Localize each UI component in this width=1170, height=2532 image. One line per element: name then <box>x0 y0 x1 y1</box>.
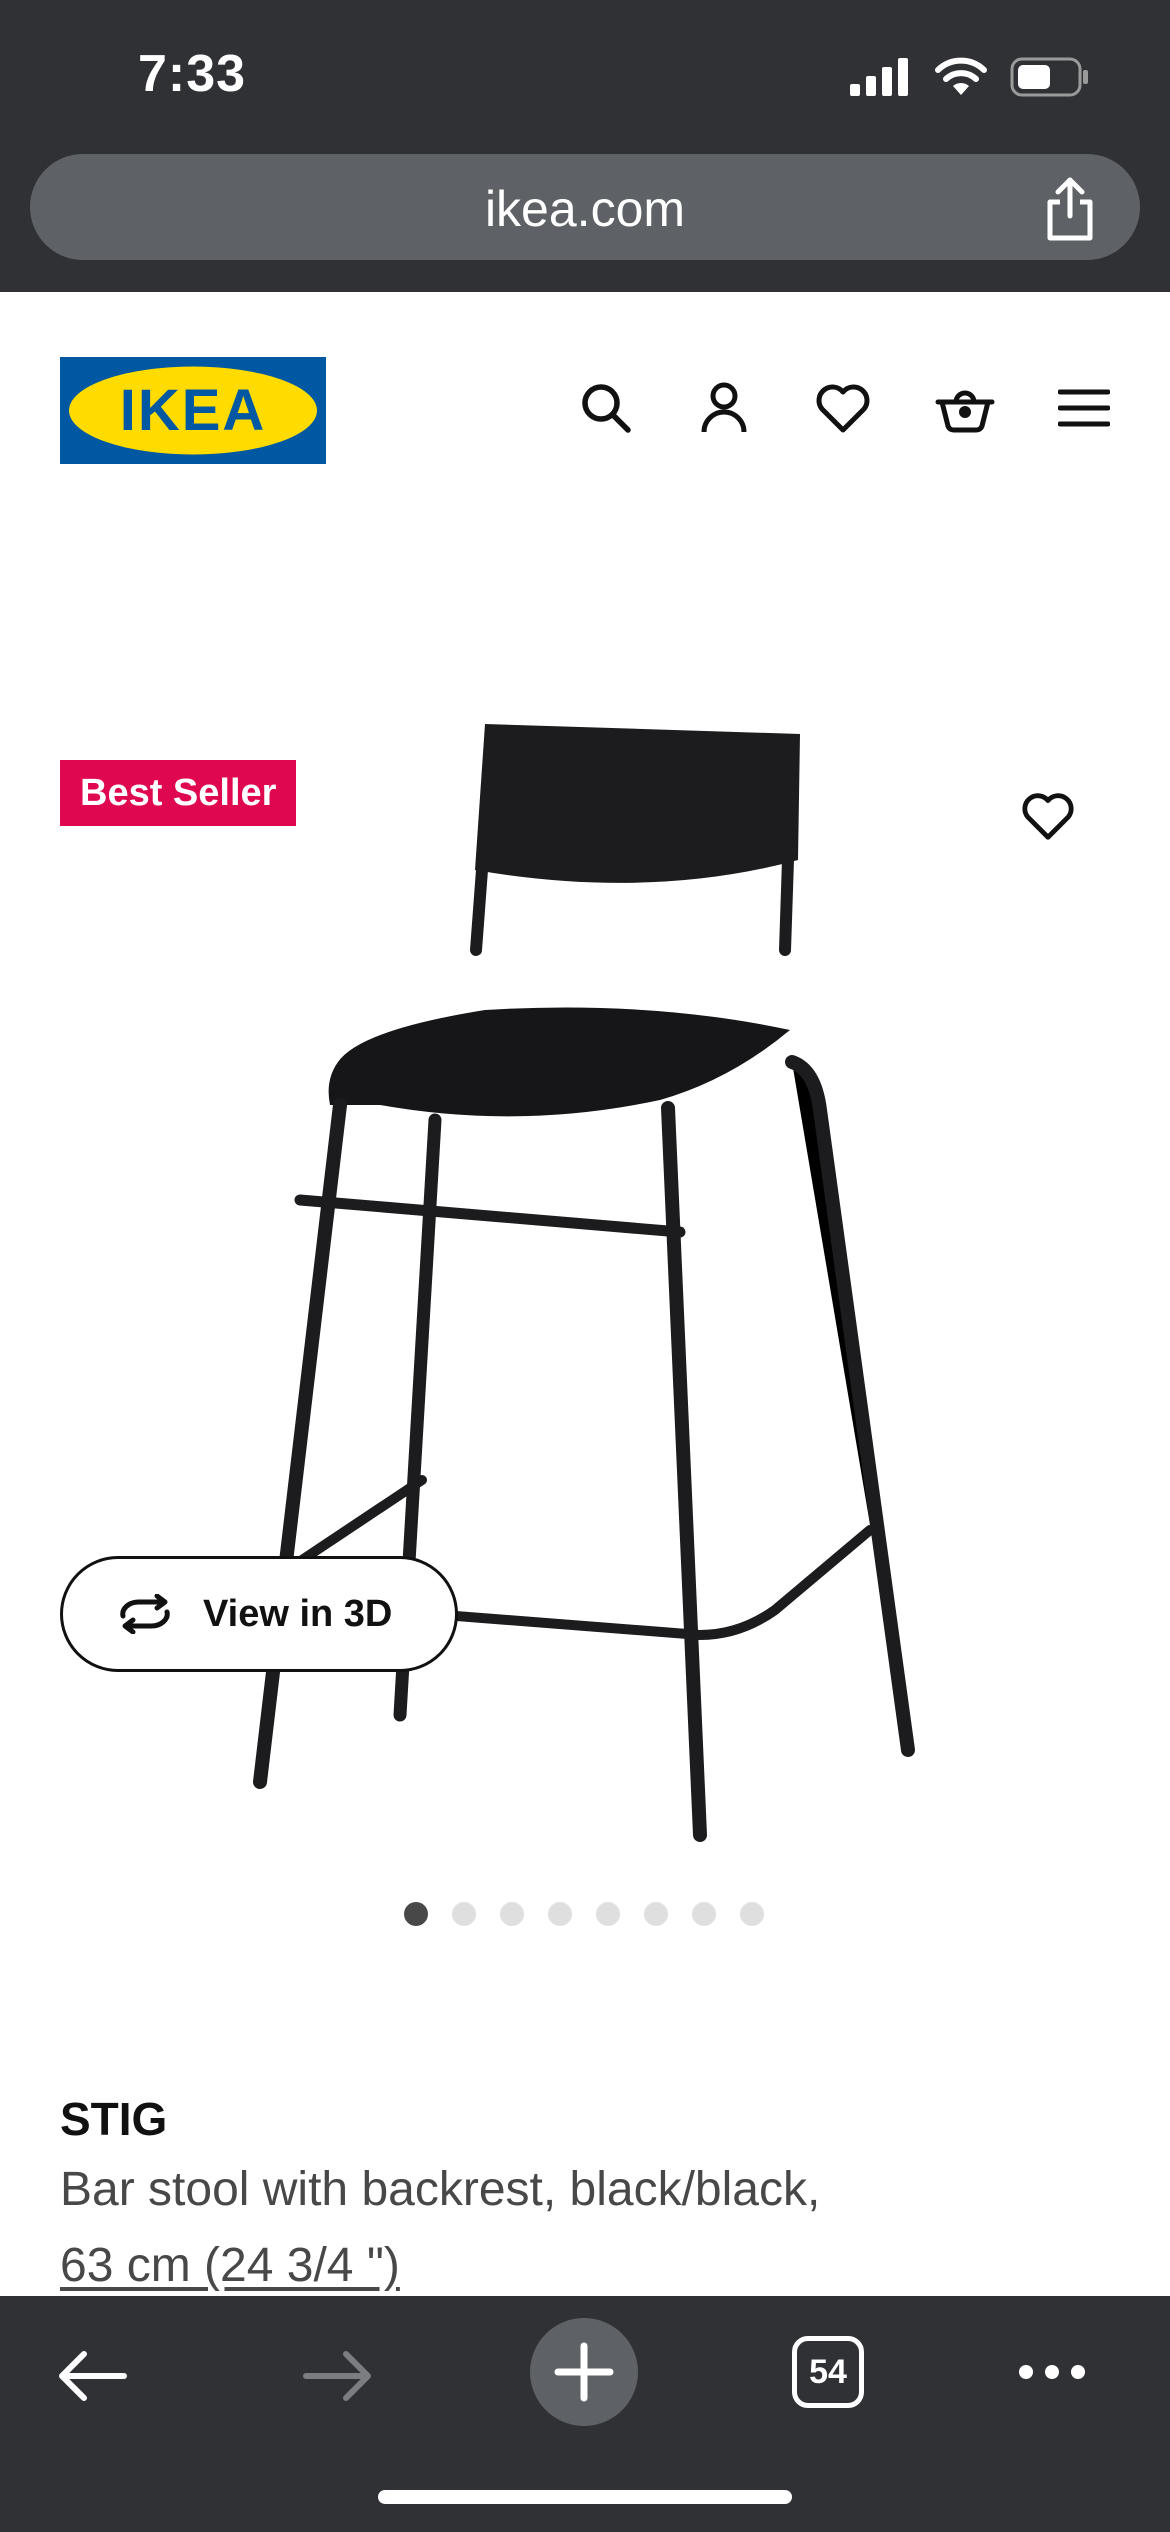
ikea-logo[interactable]: IKEA <box>60 357 326 464</box>
basket-icon[interactable] <box>934 380 996 436</box>
more-options-icon[interactable] <box>1016 2360 1088 2384</box>
image-pagination-dots <box>404 1902 764 1926</box>
url-bar[interactable]: ikea.com <box>30 154 1140 260</box>
search-icon[interactable] <box>578 380 634 436</box>
product-size-link[interactable]: 63 cm (24 3/4 ") <box>60 2238 400 2293</box>
svg-text:IKEA: IKEA <box>120 378 267 443</box>
best-seller-badge: Best Seller <box>60 760 297 826</box>
product-image-bar-stool[interactable] <box>230 710 950 1850</box>
heart-icon[interactable] <box>814 380 872 436</box>
wifi-icon <box>935 57 987 95</box>
view-in-3d-label: View in 3D <box>203 1592 393 1635</box>
ikea-logo-mark: IKEA <box>60 357 326 464</box>
menu-icon[interactable] <box>1058 386 1110 430</box>
status-time: 7:33 <box>138 45 247 103</box>
product-description: Bar stool with backrest, black/black, <box>60 2163 821 2216</box>
header-icons <box>578 380 1110 436</box>
pagination-dot[interactable] <box>644 1902 668 1926</box>
status-bar: 7:33 <box>0 0 1170 150</box>
add-to-favourites-heart-icon[interactable] <box>1020 788 1076 844</box>
browser-toolbar: 54 <box>0 2296 1170 2532</box>
pagination-dot[interactable] <box>452 1902 476 1926</box>
pagination-dot[interactable] <box>692 1902 716 1926</box>
pagination-dot[interactable] <box>740 1902 764 1926</box>
status-icons <box>850 52 1090 102</box>
battery-icon <box>1010 57 1088 97</box>
browser-top-bar: ikea.com <box>0 150 1170 292</box>
cellular-signal-icon <box>850 58 908 96</box>
forward-arrow-icon[interactable] <box>302 2348 374 2404</box>
new-tab-button[interactable] <box>530 2318 638 2426</box>
plus-icon <box>554 2342 614 2402</box>
share-icon[interactable] <box>1040 176 1100 242</box>
product-name: STIG <box>60 2093 168 2145</box>
url-text: ikea.com <box>484 181 686 237</box>
pagination-dot[interactable] <box>548 1902 572 1926</box>
home-indicator <box>378 2490 792 2504</box>
tab-switcher-button[interactable]: 54 <box>792 2336 864 2408</box>
view-in-3d-button[interactable]: View in 3D <box>60 1556 458 1672</box>
account-icon[interactable] <box>696 380 752 436</box>
pagination-dot[interactable] <box>596 1902 620 1926</box>
rotate-3d-icon <box>120 1594 170 1634</box>
back-arrow-icon[interactable] <box>56 2348 128 2404</box>
pagination-dot[interactable] <box>404 1902 428 1926</box>
pagination-dot[interactable] <box>500 1902 524 1926</box>
